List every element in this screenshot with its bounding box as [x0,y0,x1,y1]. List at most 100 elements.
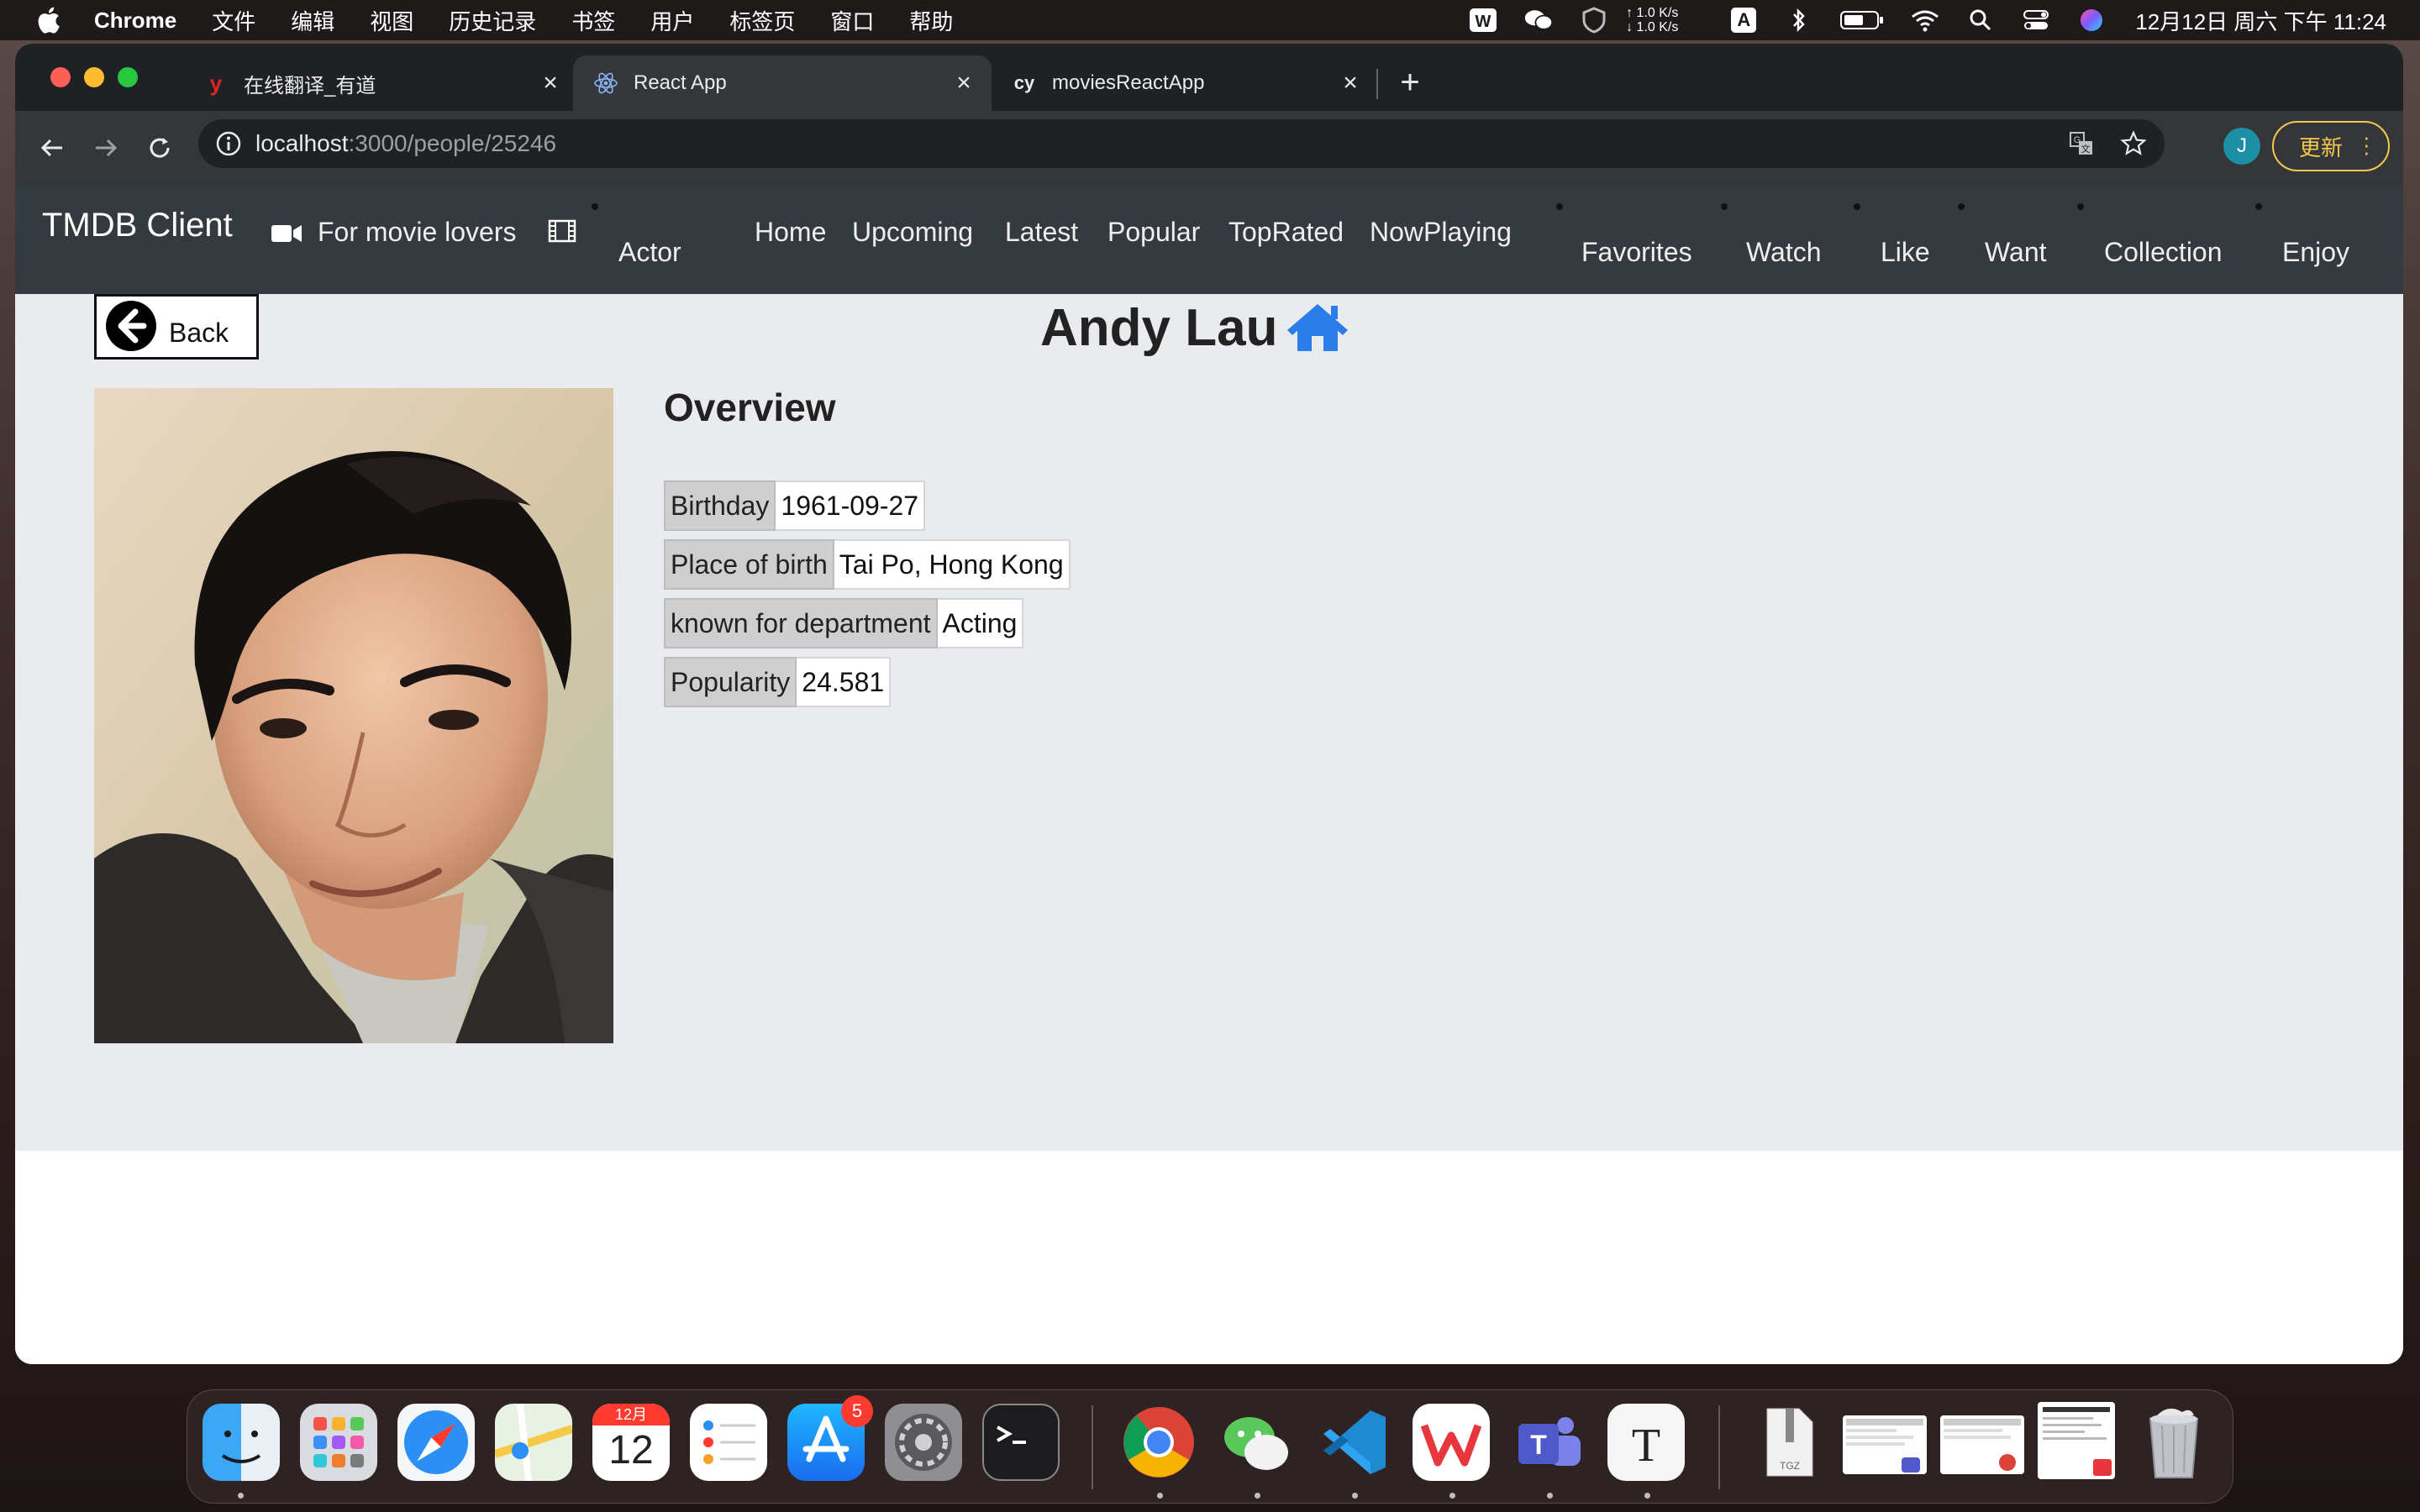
system-preferences-icon[interactable] [885,1404,962,1481]
tab-react-app[interactable]: React App × [573,55,992,111]
wifi-icon[interactable] [1910,7,1940,34]
siri-icon[interactable] [2076,7,2107,34]
menu-edit[interactable]: 编辑 [291,5,334,36]
trash-icon[interactable] [2135,1404,2212,1481]
teams-icon[interactable]: T [1510,1404,1587,1481]
nav-like[interactable]: Like [1881,237,1930,268]
menu-people[interactable]: 用户 [650,5,694,36]
tab-movies-react-app[interactable]: cy moviesReactApp × [992,55,1378,111]
menu-file[interactable]: 文件 [212,5,255,36]
vscode-icon[interactable] [1315,1404,1392,1481]
shield-status-icon[interactable] [1579,7,1609,34]
bluetooth-icon[interactable] [1784,7,1814,34]
back-arrow-icon[interactable] [34,129,71,166]
url-host: localhost [255,130,349,156]
page-title: Andy Lau [1040,294,1349,361]
spotlight-search-icon[interactable] [1965,7,1996,34]
nav-watch[interactable]: Watch [1746,237,1822,268]
chrome-icon[interactable] [1120,1404,1197,1481]
menu-window[interactable]: 窗口 [830,5,874,36]
list-bullet [592,203,598,210]
battery-icon[interactable] [1839,7,1885,34]
close-window-button[interactable] [50,67,71,87]
person-photo [94,388,613,1043]
detail-row-birthday: Birthday 1961-09-27 [664,480,926,531]
bookmark-star-icon[interactable] [2119,129,2148,158]
apple-logo-icon[interactable] [35,6,60,34]
detail-label: known for department [664,598,938,648]
list-bullet [2077,203,2084,210]
wechat-status-icon[interactable] [1523,7,1554,34]
close-icon[interactable]: × [1338,69,1363,97]
update-button[interactable]: 更新 · · · [2272,121,2390,171]
address-bar[interactable]: localhost:3000/people/25246 G文 [198,119,2165,168]
launchpad-icon[interactable] [300,1404,377,1481]
list-bullet [1958,203,1965,210]
brand-link[interactable]: TMDB Client [42,207,233,244]
calendar-month: 12月 [592,1404,670,1425]
macos-dock: 12月 12 5 T T TGZ [187,1389,2233,1504]
forward-arrow-icon[interactable] [87,129,124,166]
menubar-clock[interactable]: 12月12日 周六 下午 11:24 [2135,5,2386,36]
input-method-label: A [1731,8,1757,33]
wps-status-icon[interactable]: W [1468,7,1498,34]
nav-latest[interactable]: Latest [1005,217,1078,248]
nav-favorites[interactable]: Favorites [1581,237,1692,268]
control-center-icon[interactable] [2021,7,2051,34]
svg-text:文: 文 [2081,143,2091,155]
profile-avatar[interactable]: J [2223,128,2260,165]
close-icon[interactable]: × [538,69,563,97]
menu-help[interactable]: 帮助 [909,5,953,36]
nav-popular[interactable]: Popular [1107,217,1200,248]
back-button[interactable]: Back [94,294,259,360]
document-thumbnail[interactable] [1940,1415,2024,1474]
browser-toolbar: localhost:3000/people/25246 G文 J 更新 · · · [15,111,2403,185]
reload-icon[interactable] [141,129,178,166]
finder-icon[interactable] [203,1404,280,1481]
wechat-icon[interactable] [1218,1404,1295,1481]
nav-collection[interactable]: Collection [2104,237,2223,268]
new-tab-button[interactable]: + [1393,66,1427,101]
chrome-window: y 在线翻译_有道 × React App × cy moviesReactAp… [15,44,2403,1364]
nav-toprated[interactable]: TopRated [1228,217,1344,248]
home-icon[interactable] [1287,301,1349,354]
minimize-window-button[interactable] [84,67,104,87]
maps-icon[interactable] [493,1403,574,1482]
translate-icon[interactable]: G文 [2067,129,2096,158]
typora-icon[interactable]: T [1607,1404,1685,1481]
list-bullet [2255,203,2262,210]
more-vertical-icon: · · · [2363,124,2370,165]
menu-app-name[interactable]: Chrome [94,8,176,34]
person-detail-page: Back Andy Lau Overview Birthday 1961-09-… [15,294,2403,1151]
react-icon [593,71,618,96]
nav-home[interactable]: Home [755,217,826,248]
app-navbar: TMDB Client For movie lovers Actor Home … [15,185,2403,294]
menu-tab[interactable]: 标签页 [729,5,795,36]
document-thumbnail[interactable] [1843,1415,1927,1474]
tab-title: React App [634,71,727,94]
safari-icon[interactable] [397,1404,475,1481]
update-label: 更新 [2299,134,2344,160]
tgz-archive-icon[interactable]: TGZ [1750,1404,1828,1481]
tab-title: 在线翻译_有道 [244,74,376,97]
nav-want[interactable]: Want [1985,237,2047,268]
input-method-icon[interactable]: A [1728,7,1759,34]
menu-view[interactable]: 视图 [370,5,413,36]
detail-value: Tai Po, Hong Kong [834,539,1071,590]
reminders-icon[interactable] [690,1404,767,1481]
document-thumbnail[interactable] [2038,1402,2115,1479]
menu-bookmarks[interactable]: 书签 [571,5,615,36]
nav-nowplaying[interactable]: NowPlaying [1370,217,1512,248]
calendar-icon[interactable]: 12月 12 [592,1404,670,1481]
terminal-icon[interactable] [982,1404,1060,1481]
wps-office-icon[interactable] [1413,1404,1490,1481]
film-icon[interactable] [548,218,576,250]
nav-actor[interactable]: Actor [618,237,681,268]
nav-upcoming[interactable]: Upcoming [852,217,973,248]
menu-history[interactable]: 历史记录 [449,5,536,36]
zoom-window-button[interactable] [118,67,138,87]
tab-youdao[interactable]: y 在线翻译_有道 × [183,55,578,111]
close-icon[interactable]: × [951,69,976,97]
site-info-icon[interactable] [215,130,242,157]
nav-enjoy[interactable]: Enjoy [2282,237,2349,268]
